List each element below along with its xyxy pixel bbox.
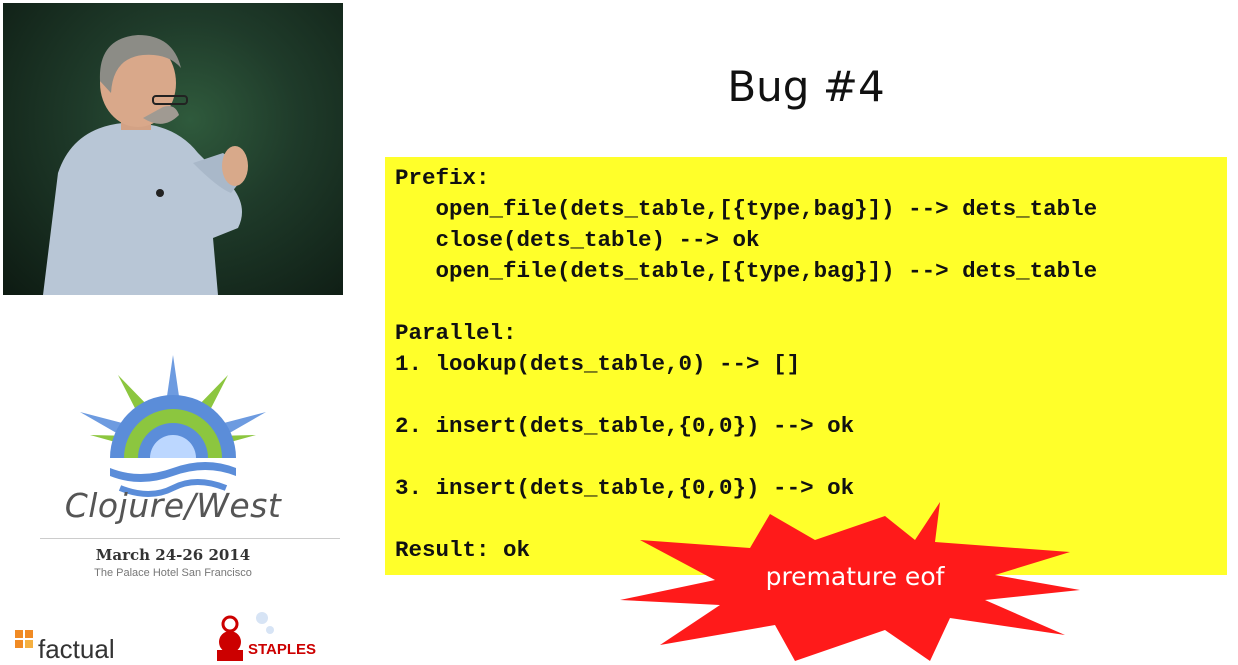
code-line: Prefix: xyxy=(395,165,490,191)
code-line: 1. lookup(dets_table,0) --> [] xyxy=(395,351,801,377)
code-line: open_file(dets_table,[{type,bag}]) --> d… xyxy=(395,196,1098,222)
sponsor-factual: factual xyxy=(38,634,115,664)
code-line: 2. insert(dets_table,{0,0}) --> ok xyxy=(395,413,855,439)
sponsor-staples: STAPLES xyxy=(248,641,317,658)
burst-label: premature eof xyxy=(765,562,945,591)
code-line: Result: ok xyxy=(395,537,531,563)
conference-name: Clojure/West xyxy=(64,486,282,525)
code-line: Parallel: xyxy=(395,320,517,346)
slide-title: Bug #4 xyxy=(727,62,885,111)
conference-date: March 24-26 2014 xyxy=(95,546,251,564)
conference-venue: The Palace Hotel San Francisco xyxy=(94,567,252,579)
speaker-figure xyxy=(43,35,248,295)
factual-logo-icon xyxy=(15,630,33,648)
code-line: open_file(dets_table,[{type,bag}]) --> d… xyxy=(395,258,1098,284)
conference-sidebar: Clojure/West March 24-26 2014 The Palace… xyxy=(0,0,346,664)
divider xyxy=(40,538,340,539)
code-line: close(dets_table) --> ok xyxy=(395,227,760,253)
speaker-video xyxy=(3,3,343,295)
